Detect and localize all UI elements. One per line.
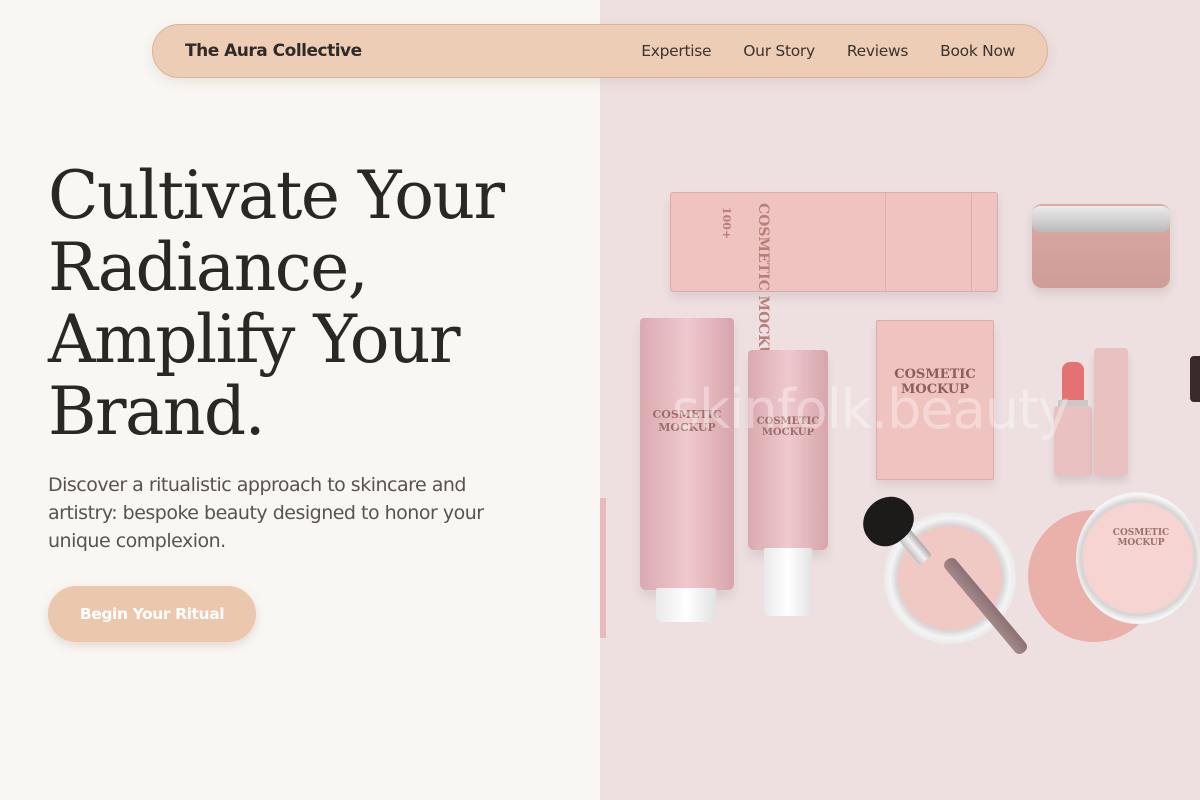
nav-link-book-now[interactable]: Book Now <box>940 42 1015 60</box>
headline-line-2: Radiance, <box>48 229 369 306</box>
cream-jar-lid <box>1032 206 1170 232</box>
hero-headline: Cultivate Your Radiance, Amplify Your Br… <box>48 160 588 448</box>
top-navigation: The Aura Collective Expertise Our Story … <box>152 24 1048 78</box>
large-tube: COSMETIC MOCKUP <box>640 318 734 590</box>
brand-logo[interactable]: The Aura Collective <box>185 41 362 61</box>
edge-tube-shape <box>600 498 606 638</box>
edge-bottle-shape <box>1190 356 1200 402</box>
large-tube-cap <box>656 588 716 622</box>
headline-line-1: Cultivate Your <box>48 157 505 234</box>
headline-line-3: Amplify Your <box>48 301 461 378</box>
hero-subtext: Discover a ritualistic approach to skinc… <box>48 474 484 552</box>
nav-link-our-story[interactable]: Our Story <box>743 42 815 60</box>
cosmetic-box: 100+ COSMETIC MOCKUP <box>670 192 998 369</box>
watermark-text: skinfolk.beauty <box>672 378 1070 441</box>
box-label: COSMETIC MOCKUP <box>755 203 771 369</box>
compact-right: COSMETIC MOCKUP <box>1076 492 1200 624</box>
compact-label: COSMETIC MOCKUP <box>1112 528 1170 548</box>
nav-links: Expertise Our Story Reviews Book Now <box>641 42 1015 60</box>
small-tube-cap <box>764 548 812 616</box>
headline-line-4: Brand. <box>48 373 266 450</box>
box-small-label: 100+ <box>720 207 733 240</box>
begin-ritual-button[interactable]: Begin Your Ritual <box>48 586 256 642</box>
lipstick-case-2 <box>1094 348 1128 476</box>
nav-link-reviews[interactable]: Reviews <box>847 42 909 60</box>
nav-link-expertise[interactable]: Expertise <box>641 42 711 60</box>
